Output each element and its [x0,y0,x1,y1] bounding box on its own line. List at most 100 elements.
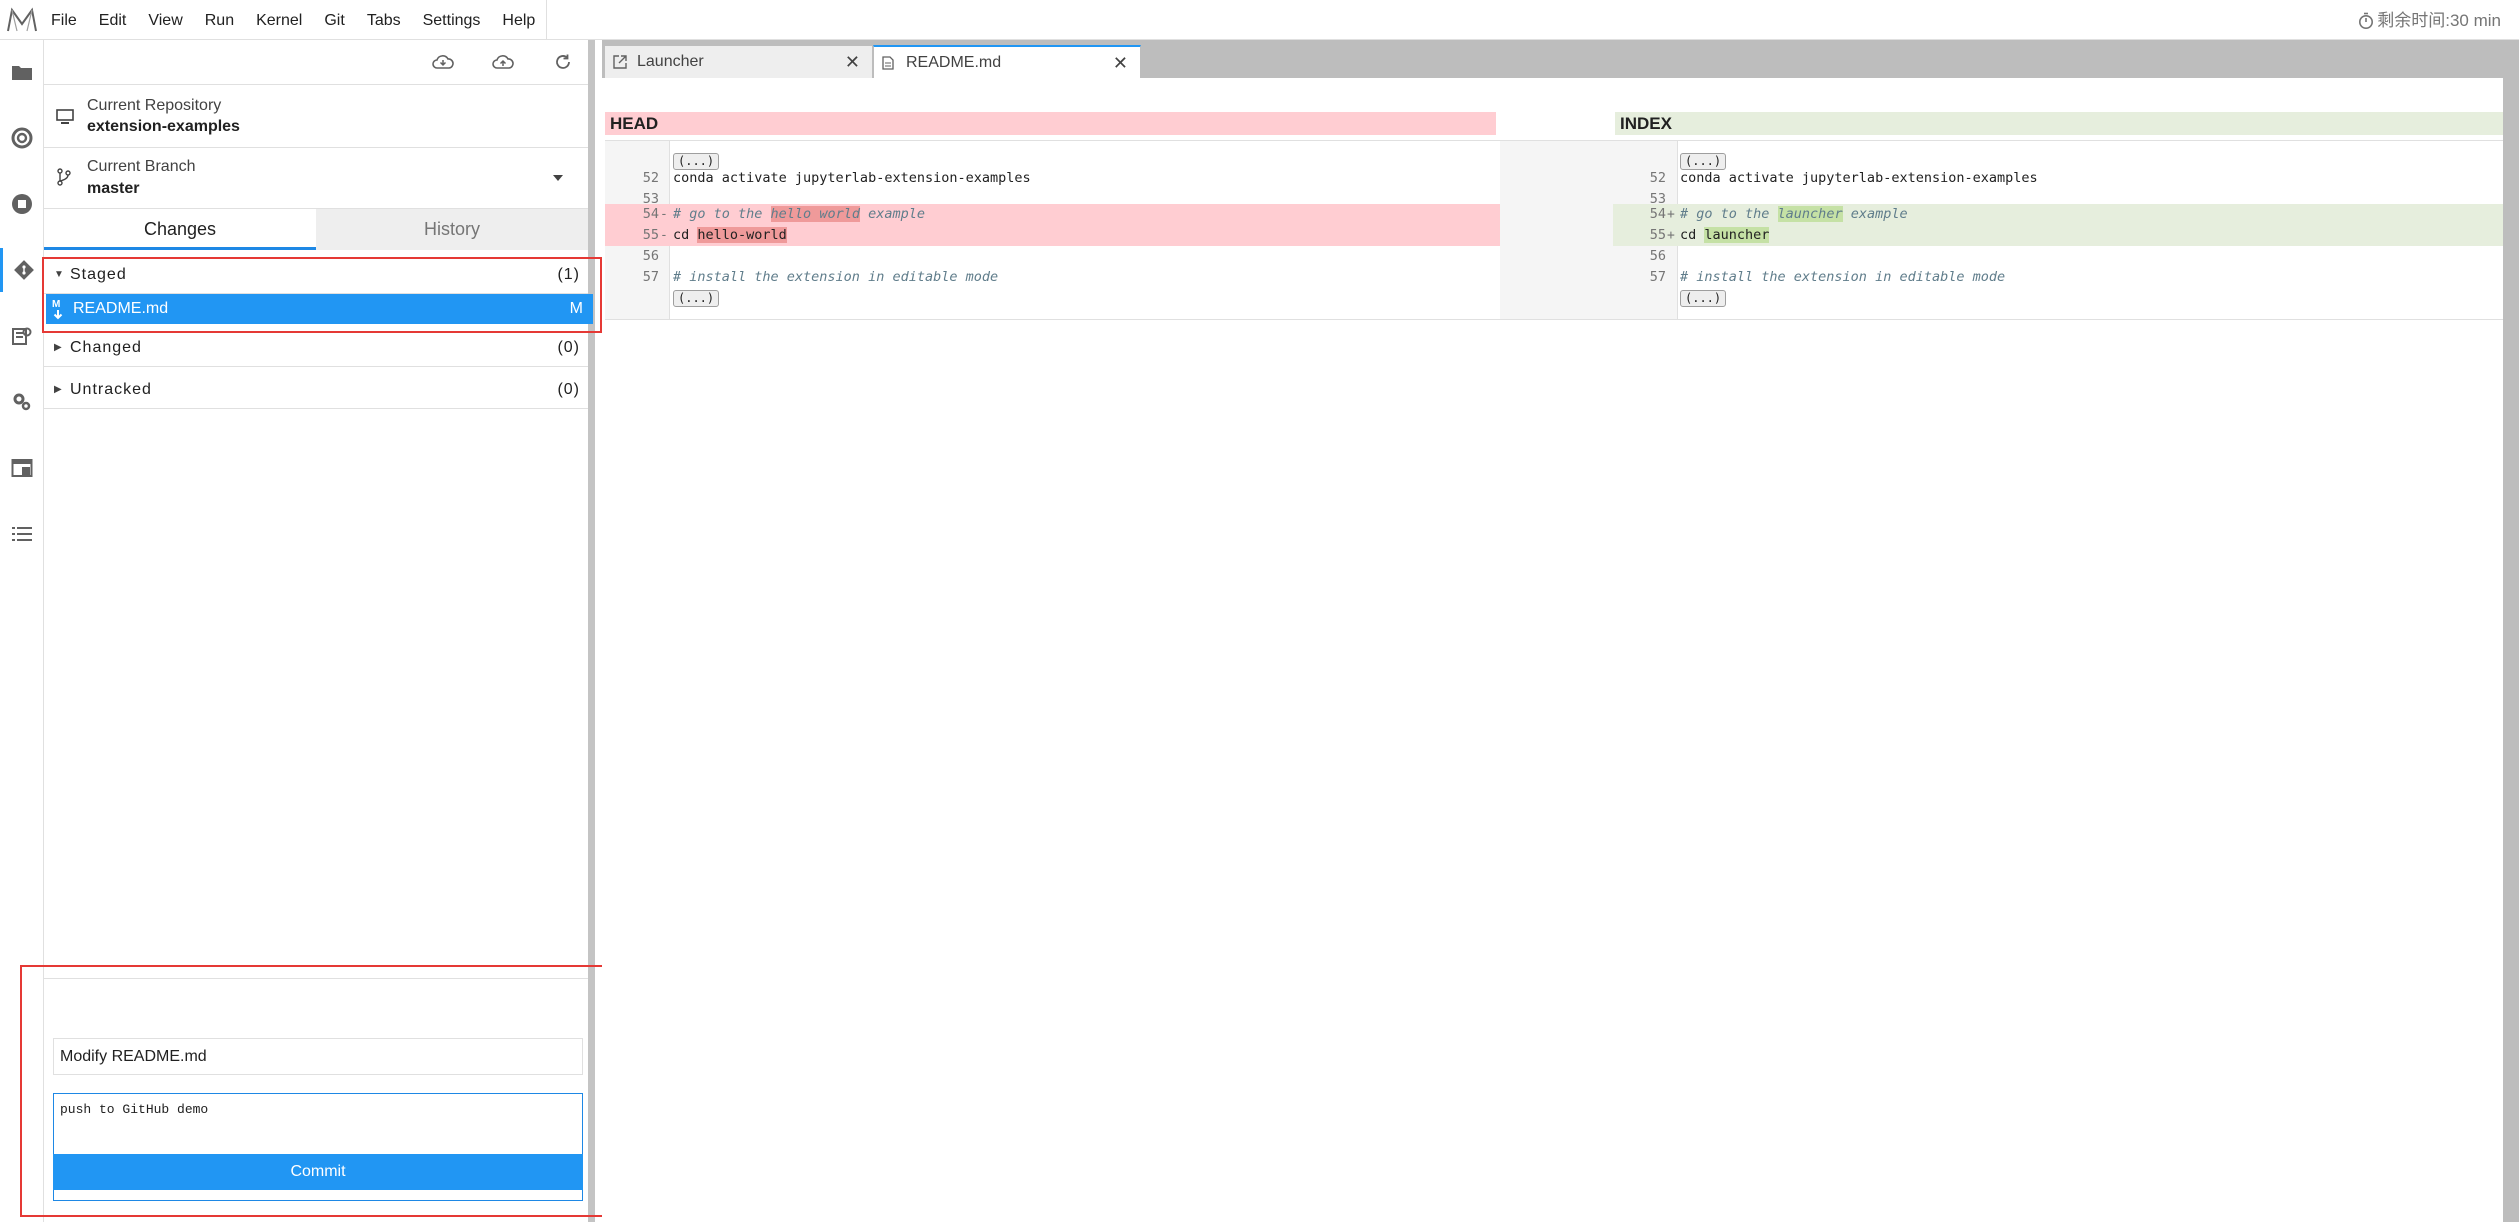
menu-settings[interactable]: Settings [412,0,492,40]
menu-kernel[interactable]: Kernel [245,0,313,40]
code-line: # install the extension in editable mode [673,269,999,285]
close-icon[interactable]: ✕ [1113,47,1128,79]
file-name: README.md [73,300,169,317]
code-text: example [859,206,925,222]
toc-icon [12,527,32,541]
cloud-download-icon [432,55,454,69]
current-branch[interactable]: Current Branch master [44,147,588,208]
code-line-deleted: # go to the hello world example [673,204,925,225]
diff-right-pane: (...) 52 conda activate jupyterlab-exten… [1613,140,2503,320]
code-text: example [1842,206,1908,222]
addition-marker: + [1667,228,1675,243]
push-button[interactable] [489,48,517,76]
tab-launcher[interactable]: Launcher ✕ [604,45,873,78]
tabs-icon [11,459,33,477]
extension-manager-tab[interactable] [0,314,44,358]
timer-text: 剩余时间:30 min [2377,11,2501,30]
table-of-contents-tab[interactable] [0,512,44,556]
diff-center-gap [1500,140,1613,320]
caret-right-icon: ▶ [54,384,63,395]
untracked-title: Untracked [70,381,152,398]
code-line-added: cd launcher [1680,225,1770,246]
extension-manager-icon [12,327,32,345]
cloud-upload-icon [492,55,514,69]
git-tab[interactable] [0,248,44,292]
menu-git[interactable]: Git [313,0,355,40]
open-tabs-tab[interactable] [0,446,44,490]
changed-title: Changed [70,339,142,356]
markdown-file-icon: M [52,299,63,320]
line-number: 52 [642,170,659,186]
diff-index-header: INDEX [1615,112,2503,135]
repository-name: extension-examples [87,118,240,135]
untracked-section-header[interactable]: ▶ Untracked (0) [44,371,588,409]
line-number: 55 [642,227,659,243]
code-line: conda activate jupyterlab-extension-exam… [1680,170,2038,186]
line-number: 52 [1649,170,1666,186]
caret-right-icon: ▶ [54,342,63,353]
changed-section-header[interactable]: ▶ Changed (0) [44,329,588,367]
changed-word: hello world [770,206,860,222]
line-number: 57 [1649,269,1666,285]
running-icon [11,127,33,149]
code-text: cd [1680,227,1705,243]
addition-marker: + [1667,207,1675,222]
gears-icon [13,393,31,411]
right-sidebar-strip [2503,78,2519,1222]
caret-down-icon: ▼ [54,269,65,280]
code-line: conda activate jupyterlab-extension-exam… [673,170,1031,186]
menu-tabs[interactable]: Tabs [356,0,412,40]
expand-collapsed-bottom[interactable]: (...) [673,290,720,307]
file-icon [882,56,894,70]
activity-bar [0,40,44,1222]
caret-down-icon[interactable] [553,175,563,181]
menu-bar: File Edit View Run Kernel Git Tabs Setti… [0,0,2519,40]
jupyter-logo-icon [7,7,37,32]
tab-changes[interactable]: Changes [44,209,316,250]
repository-label: Current Repository [87,97,222,114]
commit-button[interactable]: Commit [53,1154,583,1190]
file-browser-tab[interactable] [0,50,44,94]
refresh-button[interactable] [549,48,577,76]
staged-title: Staged [70,266,127,283]
changed-word: launcher [1777,206,1843,222]
menu-help[interactable]: Help [491,0,546,40]
staged-count: (1) [557,266,580,283]
code-text: cd [673,227,698,243]
line-number: 56 [1649,248,1666,264]
code-text: # go to the [1680,206,1778,222]
tab-readme[interactable]: README.md ✕ [873,45,1141,78]
deletion-marker: - [660,228,668,243]
commit-box: Modify README.md push to GitHub demo Com… [44,978,588,1222]
menu-file[interactable]: File [40,0,88,40]
kernels-tab[interactable] [0,182,44,226]
desktop-icon [56,109,74,124]
launcher-icon [613,55,627,69]
git-panel-tabs: Changes History [44,208,588,250]
staged-file-readme[interactable]: M README.md M [46,294,593,324]
stop-icon [12,194,32,214]
changed-word: launcher [1704,227,1770,243]
refresh-icon [556,54,570,69]
expand-collapsed-bottom[interactable]: (...) [1680,290,1727,307]
branch-icon [57,168,71,186]
git-icon [13,260,34,280]
running-sessions-tab[interactable] [0,116,44,160]
line-number: 55 [1649,227,1666,243]
menu-edit[interactable]: Edit [88,0,138,40]
diff-left-pane: (...) 52 conda activate jupyterlab-exten… [605,140,1500,320]
line-number: 57 [642,269,659,285]
tab-history[interactable]: History [316,209,588,250]
commit-summary-input[interactable]: Modify README.md [53,1038,583,1075]
property-inspector-tab[interactable] [0,380,44,424]
pull-button[interactable] [429,48,457,76]
current-repository[interactable]: Current Repository extension-examples [44,84,588,147]
close-icon[interactable]: ✕ [845,46,860,78]
menu-run[interactable]: Run [194,0,245,40]
svg-text:M: M [52,299,60,310]
branch-label: Current Branch [87,158,196,175]
menu-view[interactable]: View [137,0,193,40]
code-text: # go to the [673,206,771,222]
staged-section-header[interactable]: ▼ Staged (1) [44,256,588,294]
line-number: 54 [642,206,659,222]
